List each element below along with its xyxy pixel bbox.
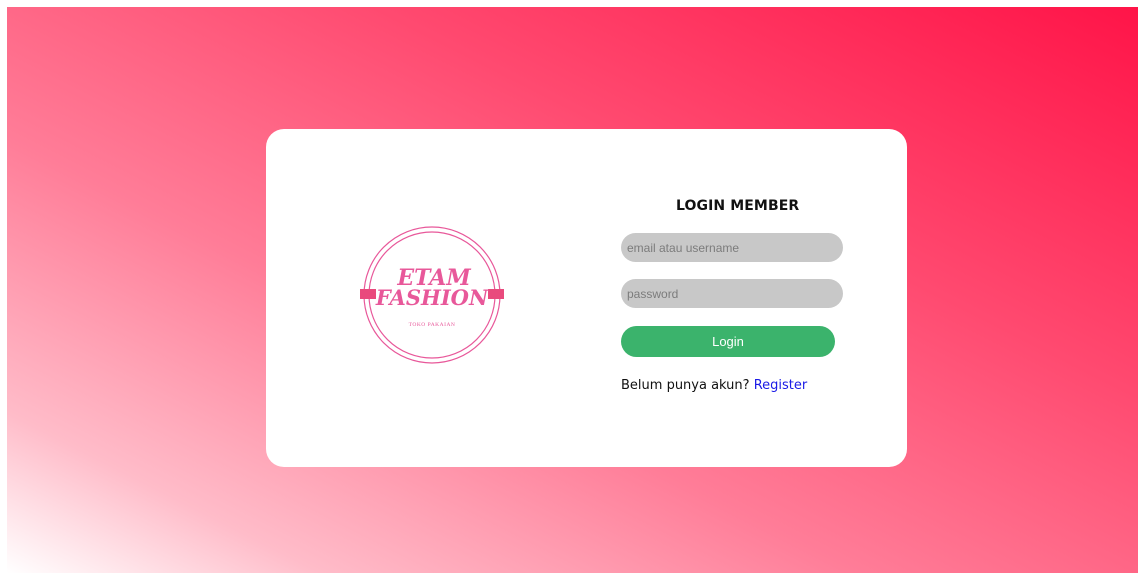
register-prompt: Belum punya akun? Register bbox=[621, 378, 807, 393]
login-card: ETAM FASHION TOKO PAKAIAN LOGIN MEMBER L… bbox=[266, 129, 907, 467]
register-link[interactable]: Register bbox=[754, 378, 808, 393]
brand-logo: ETAM FASHION TOKO PAKAIAN bbox=[360, 225, 504, 365]
login-button[interactable]: Login bbox=[621, 326, 835, 357]
password-field[interactable] bbox=[621, 279, 843, 308]
logo-name-line2: FASHION bbox=[375, 285, 489, 310]
register-prompt-text: Belum punya akun? bbox=[621, 378, 754, 393]
logo-emblem-icon: ETAM FASHION TOKO PAKAIAN bbox=[360, 226, 504, 364]
form-title: LOGIN MEMBER bbox=[676, 198, 800, 214]
page-background: ETAM FASHION TOKO PAKAIAN LOGIN MEMBER L… bbox=[7, 7, 1138, 573]
email-field[interactable] bbox=[621, 233, 843, 262]
logo-tagline: TOKO PAKAIAN bbox=[409, 322, 456, 328]
